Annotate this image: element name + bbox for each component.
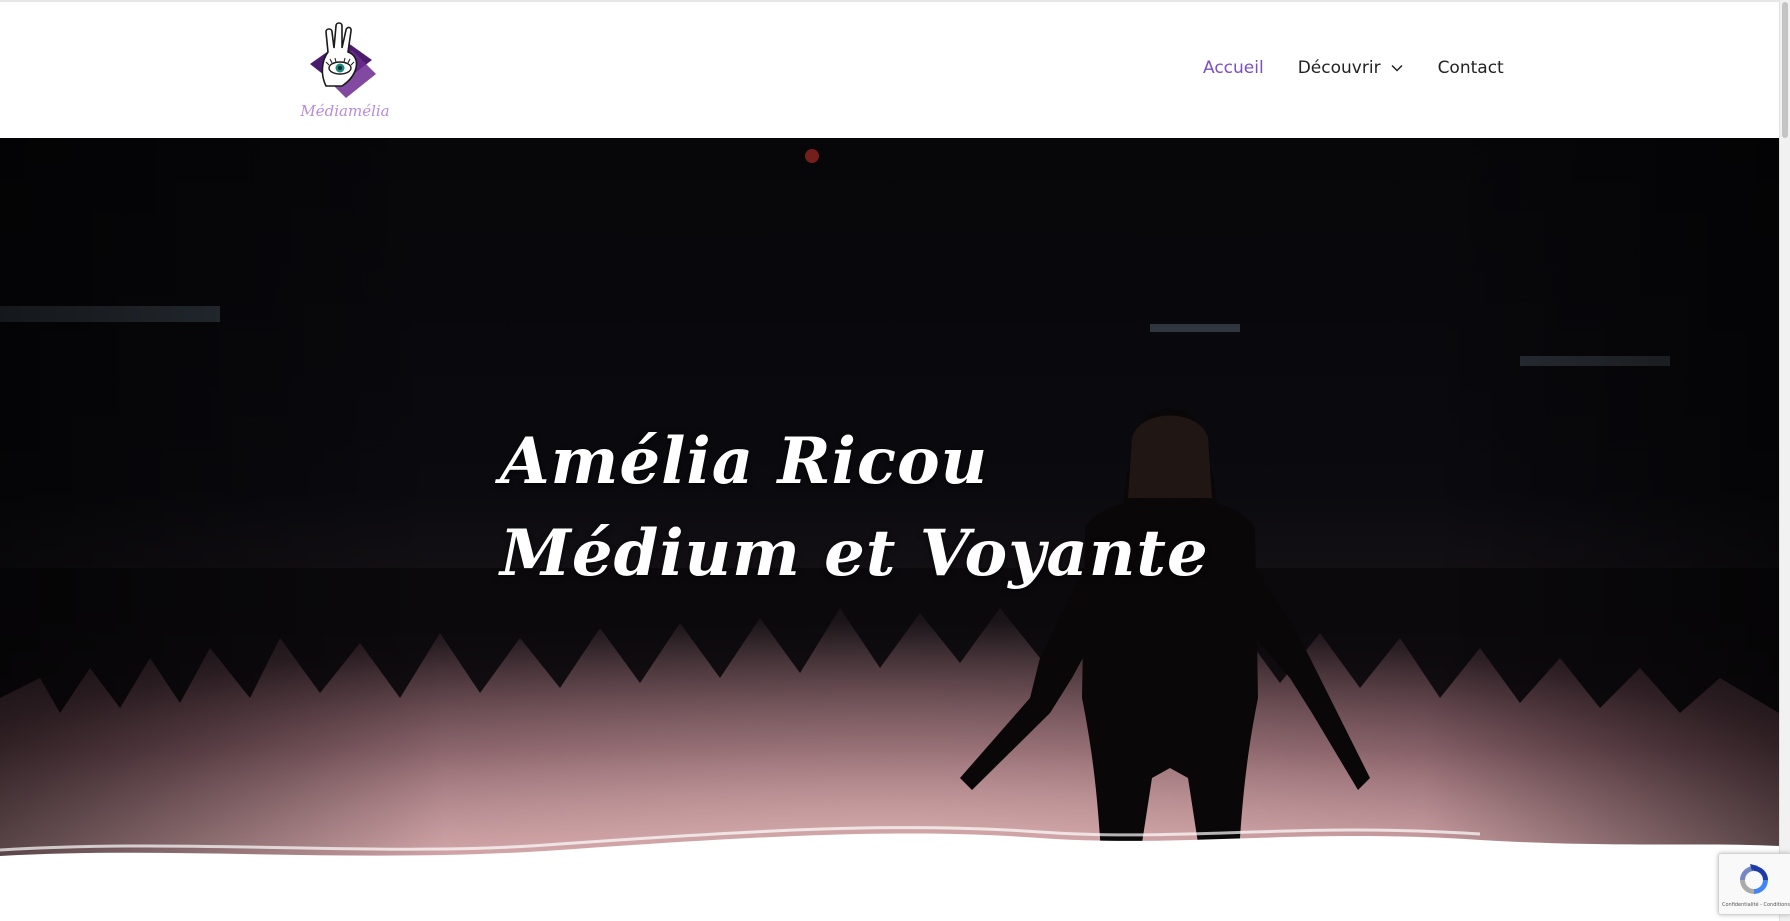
- hero-title-line-2: Médium et Voyante: [500, 516, 1209, 591]
- hand-eye-logo-icon: Médiamélia: [299, 22, 390, 120]
- nav-item-decouvrir[interactable]: Découvrir: [1298, 58, 1404, 78]
- hero-title-line-1: Amélia Ricou: [500, 424, 989, 499]
- hero-section: Amélia Ricou Médium et Voyante: [0, 138, 1779, 921]
- hero-title: Amélia Ricou Médium et Voyante: [500, 416, 1209, 600]
- nav-item-label: Découvrir: [1297, 58, 1381, 78]
- recaptcha-badge[interactable]: Confidentialité - Conditions: [1718, 853, 1790, 915]
- page-scrollbar[interactable]: [1779, 0, 1790, 921]
- site-logo[interactable]: Médiamélia: [292, 16, 398, 122]
- nav-item-label: Contact: [1437, 58, 1504, 78]
- svg-text:Médiamélia: Médiamélia: [299, 102, 389, 120]
- site-header: Médiamélia Accueil Découvrir Contact: [0, 2, 1790, 138]
- main-nav: Accueil Découvrir Contact: [1203, 58, 1504, 78]
- nav-item-accueil[interactable]: Accueil: [1203, 58, 1264, 78]
- chevron-down-icon[interactable]: [1390, 61, 1404, 75]
- scrollbar-thumb[interactable]: [1782, 2, 1788, 138]
- recaptcha-icon: [1736, 862, 1772, 898]
- nav-item-contact[interactable]: Contact: [1438, 58, 1504, 78]
- nav-item-label: Accueil: [1203, 58, 1264, 78]
- recaptcha-links[interactable]: Confidentialité - Conditions: [1722, 902, 1790, 908]
